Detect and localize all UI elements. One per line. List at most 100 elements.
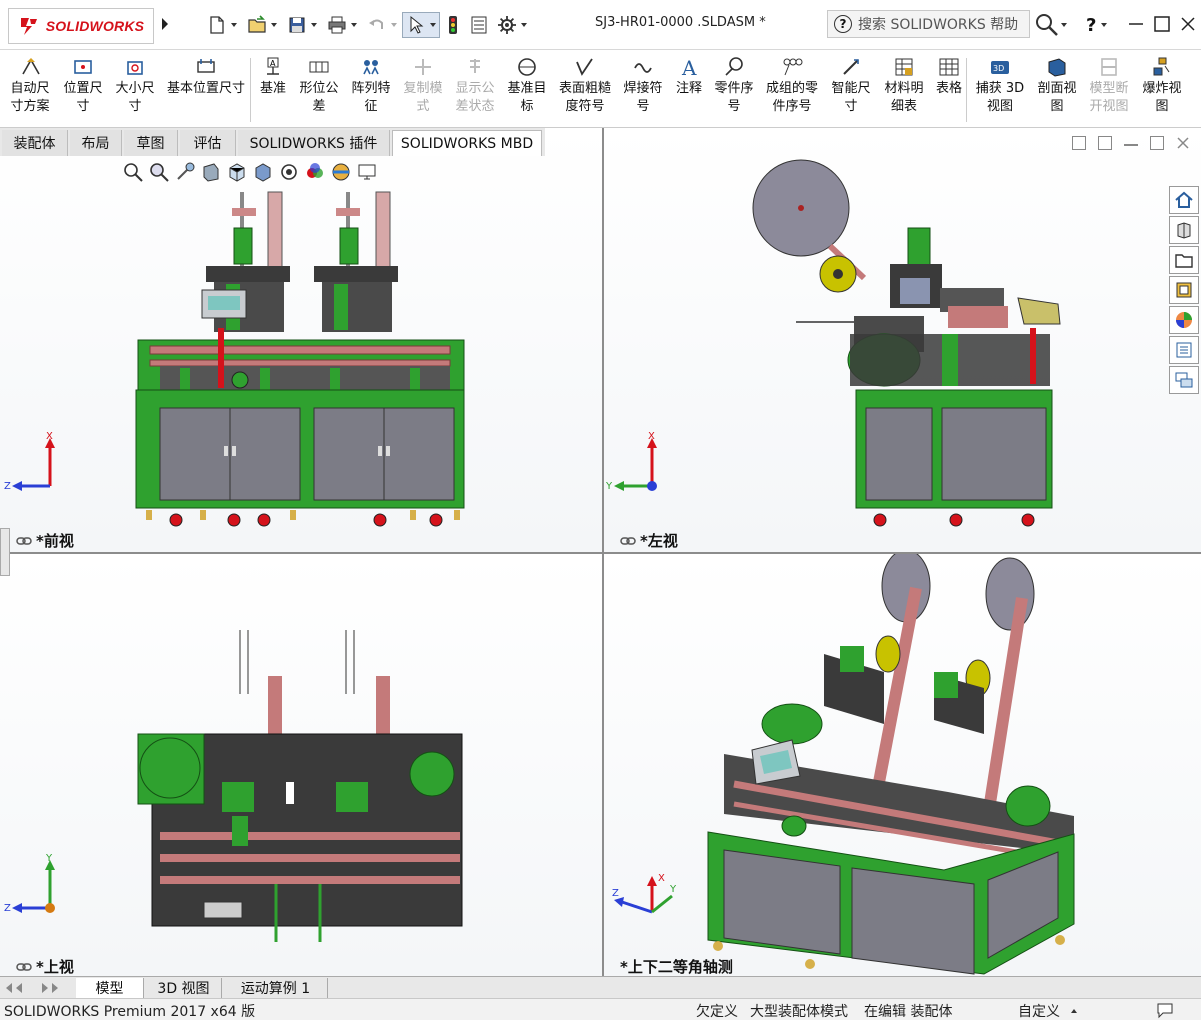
solidworks-logo[interactable]: SOLIDWORKS xyxy=(8,8,154,44)
maximize-icon[interactable] xyxy=(1152,14,1172,34)
ribbon-button-exploded-view[interactable]: 爆炸视图 xyxy=(1136,56,1188,124)
ribbon-label-line2: 标 xyxy=(520,99,534,114)
ribbon-button-size-dimension[interactable]: 大小尺寸 xyxy=(110,56,160,124)
select-button[interactable] xyxy=(402,12,440,38)
viewport-left[interactable]: X Y *左视 xyxy=(604,128,1201,552)
view-orientation-icon[interactable] xyxy=(226,161,248,183)
ribbon-button-datum-target[interactable]: 基准目标 xyxy=(502,56,552,124)
help-search-box[interactable]: ? 搜索 SOLIDWORKS 帮助 xyxy=(827,10,1030,38)
undo-button[interactable] xyxy=(364,12,400,38)
previous-view-icon[interactable] xyxy=(174,161,196,183)
viewport-top[interactable]: Y Z *上视 xyxy=(0,554,602,976)
ribbon-label-line1: 智能尺 xyxy=(831,81,871,96)
chevron-up-icon[interactable] xyxy=(1070,1007,1078,1015)
svg-text:Y: Y xyxy=(45,853,53,864)
viewport-minimize-icon[interactable] xyxy=(1124,136,1138,146)
status-custom-units[interactable]: 自定义 xyxy=(1018,1001,1060,1020)
table-icon xyxy=(939,58,959,76)
viewport-restore-icon[interactable] xyxy=(1150,136,1164,150)
task-pane-custom-properties[interactable] xyxy=(1169,336,1199,364)
close-icon[interactable] xyxy=(1178,14,1198,34)
ribbon-button-capture-3d-view[interactable]: 3D 捕获 3D 视图 xyxy=(972,56,1028,124)
comment-icon[interactable] xyxy=(1156,1001,1174,1019)
ribbon-label-line2: 寸方案 xyxy=(10,99,50,114)
zoom-to-fit-icon[interactable] xyxy=(122,161,144,183)
bottom-tab-1[interactable]: 3D 视图 xyxy=(146,978,222,998)
apply-scene-icon[interactable] xyxy=(330,161,352,183)
task-pane-appearances[interactable] xyxy=(1169,306,1199,334)
ribbon-separator xyxy=(250,58,251,122)
ribbon-label-line1: 复制模 xyxy=(403,81,443,96)
viewport-label-top-text: *上视 xyxy=(36,958,74,976)
search-button[interactable] xyxy=(1034,12,1074,38)
ribbon-button-balloon[interactable]: 零件序号 xyxy=(710,56,758,124)
section-view-icon[interactable] xyxy=(200,161,222,183)
file-properties-button[interactable] xyxy=(466,12,492,38)
ribbon-label-line1: 表格 xyxy=(935,81,962,96)
new-document-button[interactable] xyxy=(204,12,240,38)
ribbon-button-stacked-balloon[interactable]: 成组的零 件序号 xyxy=(760,56,824,124)
ribbon-button-section-view[interactable]: 剖面视图 xyxy=(1032,56,1082,124)
ribbon-button-weld-symbol[interactable]: 焊接符号 xyxy=(618,56,668,124)
rebuild-button[interactable] xyxy=(442,12,464,38)
viewport-close-icon[interactable] xyxy=(1176,136,1190,150)
save-button[interactable] xyxy=(284,12,320,38)
tab-3[interactable]: 评估 xyxy=(180,130,236,156)
display-style-icon[interactable] xyxy=(252,161,274,183)
hide-show-items-icon[interactable] xyxy=(278,161,300,183)
help-button[interactable]: ? xyxy=(1086,12,1116,38)
task-pane-design-library[interactable] xyxy=(1169,216,1199,244)
ribbon-button-surface-finish[interactable]: 表面粗糙 度符号 xyxy=(554,56,616,124)
zoom-to-area-icon[interactable] xyxy=(148,161,170,183)
ribbon-button-show-tolerance-status[interactable]: 显示公 差状态 xyxy=(450,56,500,124)
ribbon-label-line2: 差状态 xyxy=(455,99,495,114)
bottom-tab-2[interactable]: 运动算例 1 xyxy=(224,978,328,998)
ribbon-button-datum[interactable]: A 基准 xyxy=(256,56,290,124)
ribbon-button-table[interactable]: 表格 xyxy=(930,56,968,124)
ribbon-label-line1: 基准目 xyxy=(507,81,547,96)
tab-4[interactable]: SOLIDWORKS 插件 xyxy=(238,130,390,156)
tab-scroll-arrows-icon[interactable] xyxy=(4,981,60,995)
menu-expand-icon[interactable] xyxy=(160,14,170,34)
ribbon-button-auto-dimension[interactable]: 自动尺 寸方案 xyxy=(6,56,54,124)
svg-text:Y: Y xyxy=(605,481,613,492)
status-large-assembly: 大型装配体模式 xyxy=(750,1004,848,1020)
viewport-front[interactable]: X Z *前视 xyxy=(0,128,602,552)
viewport-isometric[interactable]: X Z Y *上下二等角轴测 xyxy=(604,554,1201,976)
viewport-horizontal-splitter[interactable] xyxy=(0,552,1201,554)
status-bar: SOLIDWORKS Premium 2017 x64 版 欠定义 大型装配体模… xyxy=(0,998,1201,1020)
undo-icon xyxy=(368,19,383,29)
viewport-next-icon[interactable] xyxy=(1098,136,1112,150)
print-button[interactable] xyxy=(324,12,360,38)
ribbon-label-line1: 形位公 xyxy=(299,81,339,96)
viewport-prev-icon[interactable] xyxy=(1072,136,1086,150)
ribbon-button-basic-location-dimension[interactable]: 基本位置尺寸 xyxy=(160,56,252,124)
tab-5[interactable]: SOLIDWORKS MBD xyxy=(392,130,542,156)
open-button[interactable] xyxy=(244,12,280,38)
minimize-icon[interactable] xyxy=(1126,14,1146,34)
ribbon-button-geometric-tolerance[interactable]: 形位公差 xyxy=(294,56,344,124)
task-pane-resources[interactable] xyxy=(1169,186,1199,214)
ribbon-button-pattern-feature[interactable]: 阵列特征 xyxy=(346,56,396,124)
tab-0[interactable]: 装配体 xyxy=(2,130,68,156)
tab-2[interactable]: 草图 xyxy=(124,130,178,156)
ribbon-button-smart-dimension[interactable]: 智能尺寸 xyxy=(826,56,876,124)
ribbon-label-line1: 位置尺 xyxy=(63,81,103,96)
ribbon-button-copy-scheme[interactable]: 复制模式 xyxy=(398,56,448,124)
feature-tree-expand-handle[interactable] xyxy=(0,528,10,576)
options-button[interactable] xyxy=(494,12,530,38)
task-pane-forum[interactable] xyxy=(1169,366,1199,394)
view-settings-icon[interactable] xyxy=(356,161,378,183)
edit-appearance-icon[interactable] xyxy=(304,161,326,183)
link-icon xyxy=(16,536,32,545)
ribbon-button-location-dimension[interactable]: 位置尺寸 xyxy=(58,56,108,124)
ribbon-button-note[interactable]: A 注释 xyxy=(670,56,708,124)
bottom-tab-0[interactable]: 模型 xyxy=(76,978,144,998)
task-pane-view-palette[interactable] xyxy=(1169,276,1199,304)
left-view-model xyxy=(752,159,1061,527)
tab-1[interactable]: 布局 xyxy=(70,130,122,156)
ribbon-button-model-break-view[interactable]: 模型断 开视图 xyxy=(1084,56,1134,124)
ribbon-label-line1: 显示公 xyxy=(455,81,495,96)
ribbon-button-bom[interactable]: 材料明 细表 xyxy=(880,56,928,124)
task-pane-file-explorer[interactable] xyxy=(1169,246,1199,274)
